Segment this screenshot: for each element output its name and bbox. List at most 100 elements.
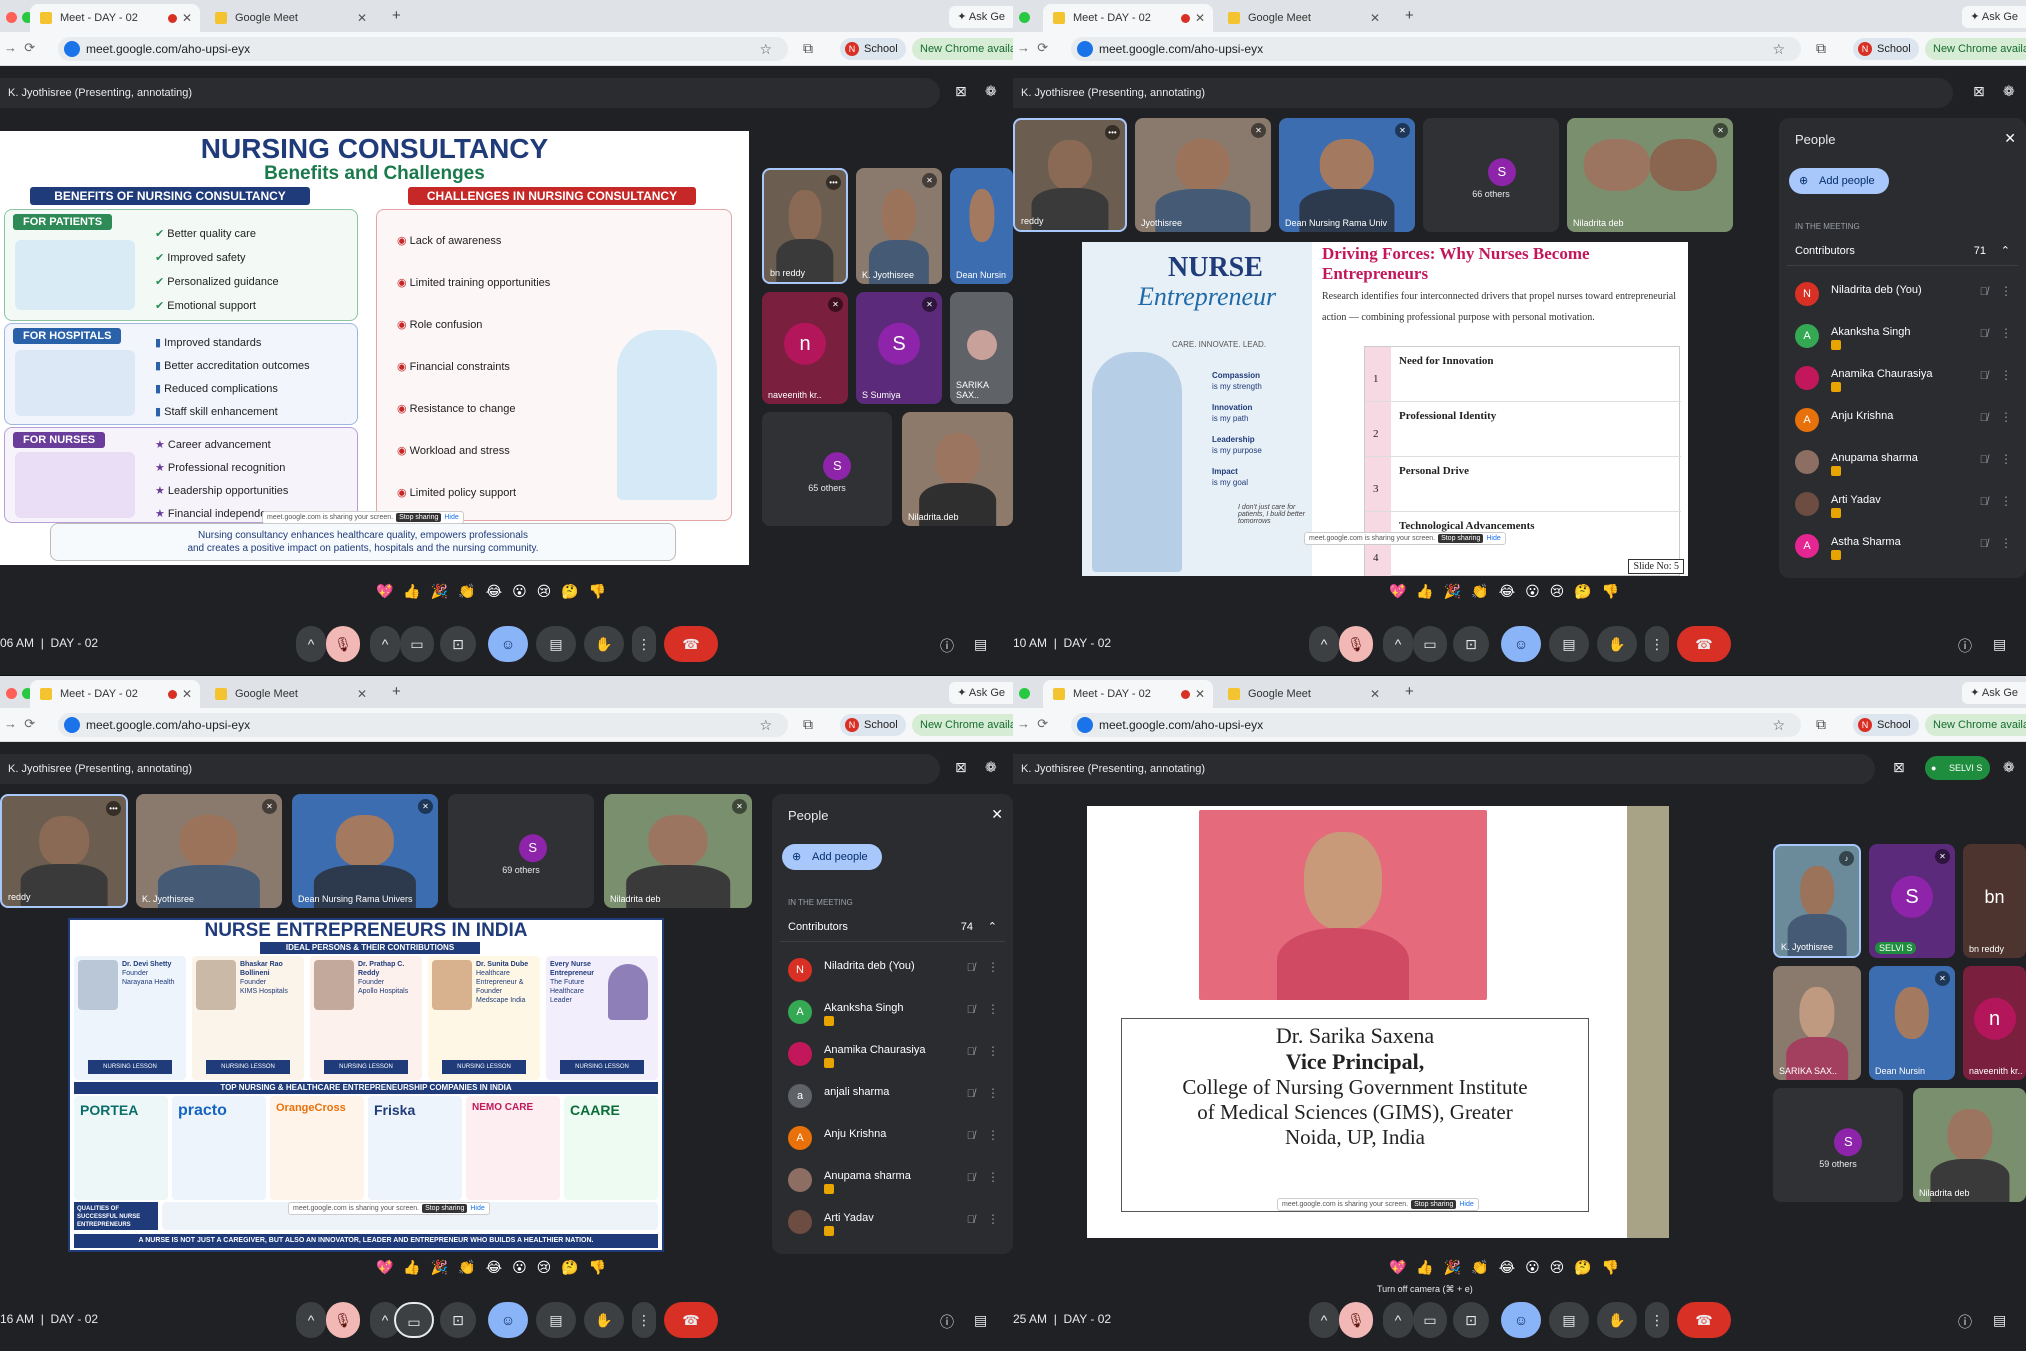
emoji-button[interactable]: ☺ bbox=[488, 1302, 528, 1338]
participant-row[interactable]: A Astha Sharma 🎙̸ ⋮ bbox=[1795, 528, 2018, 568]
participant-row[interactable]: Arti Yadav 🎙̸ ⋮ bbox=[788, 1204, 1005, 1244]
reload-icon[interactable]: → ⟳ bbox=[4, 716, 35, 732]
leave-call-button[interactable]: ☎ bbox=[664, 626, 718, 662]
ask-gemini-button[interactable]: ✦ Ask Ge bbox=[949, 682, 1013, 704]
present-button[interactable]: ⊡ bbox=[1453, 626, 1489, 662]
ask-gemini-button[interactable]: ✦ Ask Ge bbox=[949, 6, 1013, 28]
reactions-bar[interactable]: 💖👍🎉👏😂😮😢🤔👎 bbox=[1389, 583, 1629, 600]
participant-row[interactable]: A Anju Krishna 🎙̸ ⋮ bbox=[788, 1120, 1005, 1160]
participant-tile[interactable]: ✕ Dean Nursing Rama Univ bbox=[1279, 118, 1415, 232]
bookmark-star-icon[interactable]: ☆ bbox=[759, 37, 772, 61]
raise-hand-button[interactable]: ✋ bbox=[1597, 626, 1637, 662]
participant-tile[interactable]: ✕ Niladrita deb bbox=[1567, 118, 1733, 232]
chrome-update-chip[interactable]: New Chrome availab bbox=[912, 714, 1013, 736]
school-profile-chip[interactable]: N School bbox=[840, 714, 906, 736]
companion-icon[interactable]: ❁ bbox=[2003, 759, 2015, 776]
participant-tile[interactable]: bn bn reddy bbox=[1963, 844, 2026, 958]
close-icon[interactable]: ✕ bbox=[991, 806, 1003, 823]
cast-icon[interactable]: ⧉ bbox=[803, 40, 813, 57]
present-button[interactable]: ⊡ bbox=[1453, 1302, 1489, 1338]
more-options-button[interactable]: ⋮ bbox=[1645, 1302, 1669, 1338]
cast-icon[interactable]: ⧉ bbox=[1816, 716, 1826, 733]
others-tile[interactable]: S 66 others bbox=[1423, 118, 1559, 232]
cast-icon[interactable]: ⧉ bbox=[803, 716, 813, 733]
participant-tile[interactable]: ✕ Dean Nursing Rama Univers bbox=[292, 794, 438, 908]
participant-tile[interactable]: n naveenith kr.. bbox=[1963, 966, 2026, 1080]
audio-options-button[interactable]: ^ bbox=[296, 626, 326, 662]
tab-meet-day02[interactable]: Meet - DAY - 02 ✕ bbox=[1043, 680, 1213, 708]
more-options-icon[interactable]: ••• bbox=[106, 801, 121, 816]
chat-icon[interactable]: ▤ bbox=[1993, 1312, 2006, 1329]
hide-link[interactable]: Hide bbox=[444, 514, 458, 521]
participant-tile[interactable]: SARIKA SAX.. bbox=[1773, 966, 1861, 1080]
tab-google-meet[interactable]: Google Meet ✕ bbox=[1218, 680, 1388, 708]
close-tab-icon[interactable]: ✕ bbox=[1195, 4, 1205, 32]
captions-button[interactable]: ▤ bbox=[1549, 626, 1589, 662]
hide-link[interactable]: Hide bbox=[1486, 535, 1500, 542]
stop-sharing-button[interactable]: Stop sharing bbox=[396, 513, 442, 522]
tab-google-meet[interactable]: Google Meet ✕ bbox=[205, 680, 375, 708]
more-options-button[interactable]: ⋮ bbox=[632, 1302, 656, 1338]
participant-row[interactable]: A Anju Krishna 🎙̸ ⋮ bbox=[1795, 402, 2018, 442]
participant-row[interactable]: N Niladrita deb (You) 🎙̸ ⋮ bbox=[788, 952, 1005, 992]
url-omnibox[interactable]: meet.google.com/aho-upsi-eyx ☆ bbox=[1071, 37, 1801, 61]
tab-google-meet[interactable]: Google Meet ✕ bbox=[1218, 4, 1388, 32]
camera-button[interactable]: ▭ bbox=[394, 1302, 434, 1338]
school-profile-chip[interactable]: N School bbox=[1853, 714, 1919, 736]
participant-tile[interactable]: ✕ K. Jyothisree bbox=[856, 168, 942, 284]
stop-presenting-icon[interactable]: ⊠ bbox=[955, 759, 967, 776]
school-profile-chip[interactable]: N School bbox=[1853, 38, 1919, 60]
hide-link[interactable]: Hide bbox=[470, 1205, 484, 1212]
leave-call-button[interactable]: ☎ bbox=[1677, 626, 1731, 662]
stop-sharing-button[interactable]: Stop sharing bbox=[1438, 534, 1484, 543]
others-tile[interactable]: S 59 others bbox=[1773, 1088, 1903, 1202]
contributors-section[interactable]: Contributors 71 ⌃ bbox=[1787, 236, 2018, 266]
participant-tile[interactable]: ✕ Jyothisree bbox=[1135, 118, 1271, 232]
participant-tile[interactable]: ✕ K. Jyothisree bbox=[136, 794, 282, 908]
participant-tile[interactable]: ♪ K. Jyothisree bbox=[1773, 844, 1861, 958]
emoji-button[interactable]: ☺ bbox=[1501, 1302, 1541, 1338]
chat-icon[interactable]: ▤ bbox=[974, 1312, 987, 1329]
reactions-bar[interactable]: 💖👍🎉👏😂😮😢🤔👎 bbox=[1389, 1259, 1629, 1276]
captions-button[interactable]: ▤ bbox=[536, 626, 576, 662]
participant-row[interactable]: A Akanksha Singh 🎙̸ ⋮ bbox=[788, 994, 1005, 1034]
chrome-update-chip[interactable]: New Chrome availab bbox=[1925, 38, 2026, 60]
site-info-icon[interactable] bbox=[64, 41, 80, 57]
emoji-button[interactable]: ☺ bbox=[488, 626, 528, 662]
stop-presenting-icon[interactable]: ⊠ bbox=[1973, 83, 1985, 100]
present-button[interactable]: ⊡ bbox=[440, 1302, 476, 1338]
bookmark-star-icon[interactable]: ☆ bbox=[1772, 713, 1785, 737]
info-icon[interactable]: ⓘ bbox=[940, 636, 954, 656]
close-tab-icon[interactable]: ✕ bbox=[357, 4, 367, 32]
participant-tile[interactable]: S ✕ SELVI S bbox=[1869, 844, 1955, 958]
stop-presenting-icon[interactable]: ⊠ bbox=[1893, 759, 1905, 776]
participant-tile[interactable]: n ✕ naveenith kr.. bbox=[762, 292, 848, 404]
window-controls[interactable] bbox=[1019, 10, 1035, 28]
participant-row[interactable]: Anupama sharma 🎙̸ ⋮ bbox=[788, 1162, 1005, 1202]
new-tab-button[interactable]: + bbox=[1405, 4, 1414, 28]
video-options-button[interactable]: ^ bbox=[1383, 626, 1413, 662]
reactions-bar[interactable]: 💖👍🎉👏😂😮😢🤔👎 bbox=[376, 1259, 616, 1276]
close-tab-icon[interactable]: ✕ bbox=[1370, 4, 1380, 32]
close-tab-icon[interactable]: ✕ bbox=[182, 680, 192, 708]
emoji-button[interactable]: ☺ bbox=[1501, 626, 1541, 662]
video-options-button[interactable]: ^ bbox=[370, 626, 400, 662]
participant-tile[interactable]: Dean Nursin bbox=[950, 168, 1013, 284]
participant-tile[interactable]: ••• reddy bbox=[1013, 118, 1127, 232]
chat-icon[interactable]: ▤ bbox=[974, 636, 987, 653]
hide-link[interactable]: Hide bbox=[1459, 1201, 1473, 1208]
add-people-button[interactable]: ⊕ Add people bbox=[1789, 168, 1889, 194]
participant-row[interactable]: A Akanksha Singh 🎙̸ ⋮ bbox=[1795, 318, 2018, 358]
present-button[interactable]: ⊡ bbox=[440, 626, 476, 662]
info-icon[interactable]: ⓘ bbox=[940, 1312, 954, 1332]
participant-row[interactable]: a anjali sharma 🎙̸ ⋮ bbox=[788, 1078, 1005, 1118]
add-people-button[interactable]: ⊕ Add people bbox=[782, 844, 882, 870]
new-tab-button[interactable]: + bbox=[392, 680, 401, 704]
participant-tile[interactable]: S ✕ S Sumiya bbox=[856, 292, 942, 404]
new-tab-button[interactable]: + bbox=[392, 4, 401, 28]
raise-hand-button[interactable]: ✋ bbox=[1597, 1302, 1637, 1338]
participant-row[interactable]: Anamika Chaurasiya 🎙̸ ⋮ bbox=[788, 1036, 1005, 1076]
mic-off-button[interactable]: 🎙 bbox=[1339, 626, 1373, 662]
captions-button[interactable]: ▤ bbox=[536, 1302, 576, 1338]
audio-options-button[interactable]: ^ bbox=[1309, 626, 1339, 662]
